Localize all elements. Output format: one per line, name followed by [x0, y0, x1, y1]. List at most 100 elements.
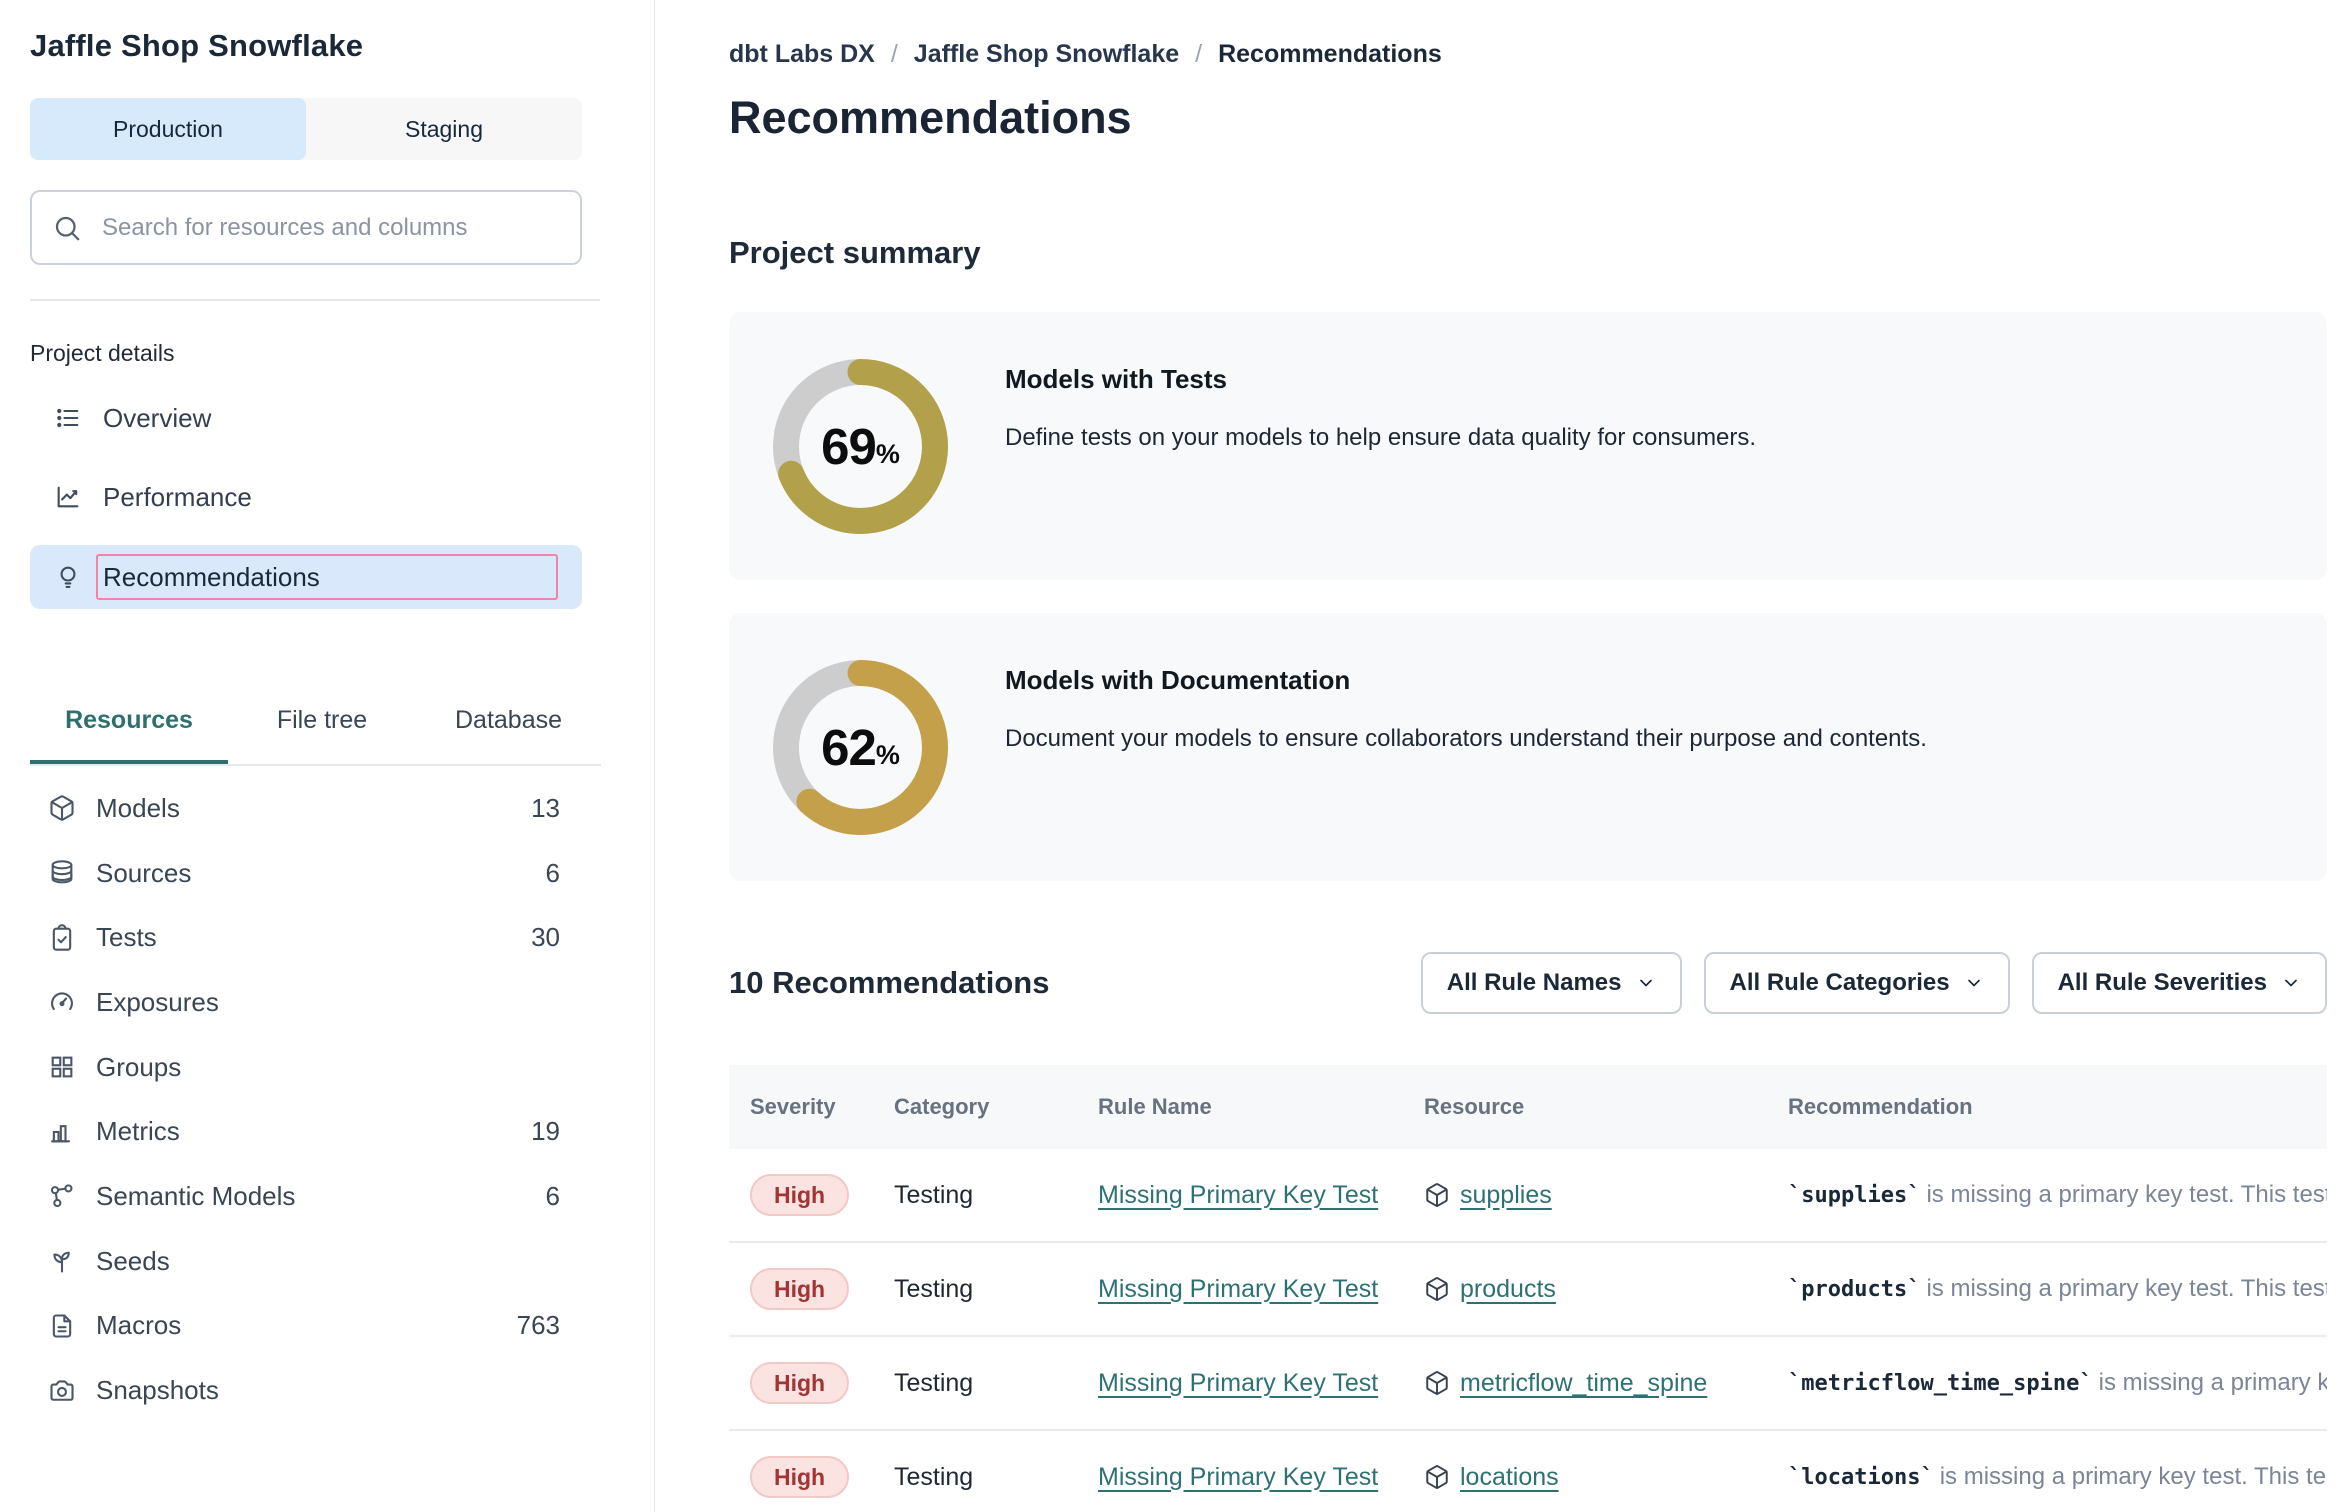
column-header-rule-name: Rule Name [1098, 1094, 1424, 1120]
recommendation-code: `products` [1788, 1277, 1920, 1302]
sidebar-item-metrics[interactable]: Metrics 19 [30, 1099, 570, 1164]
recommendations-header: 10 Recommendations All Rule Names All Ru… [729, 952, 2327, 1014]
resource-label: Exposures [96, 987, 219, 1018]
sidebar: Jaffle Shop Snowflake Production Staging… [0, 0, 655, 1512]
severity-badge: High [750, 1456, 849, 1498]
table-row: High Testing Missing Primary Key Test me… [729, 1337, 2327, 1431]
resource-label: Macros [96, 1310, 181, 1341]
sidebar-item-recommendations[interactable]: Recommendations [30, 545, 582, 609]
filter-label: All Rule Severities [2058, 969, 2267, 997]
performance-chart-icon [54, 483, 82, 511]
percent-value: 62 [821, 718, 876, 777]
recommendations-count-heading: 10 Recommendations [729, 965, 1049, 1001]
database-icon [48, 859, 76, 887]
filter-rule-categories-dropdown[interactable]: All Rule Categories [1704, 952, 2010, 1014]
breadcrumb-current-page: Recommendations [1218, 40, 1442, 69]
camera-icon [48, 1377, 76, 1405]
gauge-icon [48, 988, 76, 1016]
category-cell: Testing [894, 1369, 973, 1397]
grid-icon [48, 1053, 76, 1081]
resource-link[interactable]: supplies [1460, 1181, 1552, 1210]
summary-card-models-with-tests: 69% Models with Tests Define tests on yo… [729, 312, 2327, 580]
sidebar-divider [30, 299, 600, 301]
column-header-resource: Resource [1424, 1094, 1788, 1120]
resource-count: 6 [546, 858, 560, 889]
card-description: Define tests on your models to help ensu… [1005, 424, 1756, 452]
table-row: High Testing Missing Primary Key Test pr… [729, 1243, 2327, 1337]
resource-view-tabs: Resources File tree Database [30, 676, 601, 766]
sidebar-item-seeds[interactable]: Seeds [30, 1229, 570, 1294]
cube-icon [1424, 1276, 1450, 1302]
project-title: Jaffle Shop Snowflake [30, 28, 363, 64]
environment-tabs: Production Staging [30, 98, 582, 160]
card-description: Document your models to ensure collabora… [1005, 725, 1927, 753]
filters: All Rule Names All Rule Categories All R… [1421, 952, 2327, 1014]
sidebar-item-models[interactable]: Models 13 [30, 776, 570, 841]
cube-icon [1424, 1182, 1450, 1208]
percent-sign: % [876, 740, 900, 771]
chevron-down-icon [2281, 973, 2301, 993]
tab-resources[interactable]: Resources [30, 676, 228, 764]
rule-name-link[interactable]: Missing Primary Key Test [1098, 1275, 1378, 1303]
cube-icon [1424, 1370, 1450, 1396]
tab-file-tree[interactable]: File tree [228, 676, 416, 764]
filter-rule-names-dropdown[interactable]: All Rule Names [1421, 952, 1682, 1014]
column-header-category: Category [894, 1094, 1098, 1120]
rule-name-link[interactable]: Missing Primary Key Test [1098, 1369, 1378, 1397]
project-summary-heading: Project summary [729, 235, 981, 271]
clipboard-check-icon [48, 924, 76, 952]
search-icon [52, 213, 82, 243]
sidebar-item-exposures[interactable]: Exposures [30, 970, 570, 1035]
resource-count: 763 [517, 1310, 560, 1341]
column-header-severity: Severity [729, 1094, 894, 1120]
breadcrumb-separator: / [1195, 40, 1202, 69]
severity-badge: High [750, 1174, 849, 1216]
resource-count: 6 [546, 1181, 560, 1212]
sidebar-item-performance[interactable]: Performance [30, 465, 582, 529]
recommendation-text: is missing a primary key test. This test [1926, 1181, 2327, 1208]
sidebar-item-semantic-models[interactable]: Semantic Models 6 [30, 1164, 570, 1229]
search-input[interactable] [102, 214, 560, 242]
resource-link[interactable]: locations [1460, 1463, 1559, 1492]
donut-percent-label: 69% [773, 359, 948, 534]
recommendations-focus-ring: Recommendations [96, 554, 558, 600]
resource-label: Tests [96, 922, 157, 953]
recommendation-text: is missing a primary key test. This test [1926, 1275, 2327, 1302]
project-details-label: Project details [30, 340, 174, 367]
severity-badge: High [750, 1268, 849, 1310]
resource-link[interactable]: metricflow_time_spine [1460, 1369, 1707, 1398]
search-box[interactable] [30, 190, 582, 265]
document-icon [48, 1312, 76, 1340]
card-title: Models with Tests [1005, 364, 1227, 395]
percent-sign: % [876, 439, 900, 470]
filter-rule-severities-dropdown[interactable]: All Rule Severities [2032, 952, 2327, 1014]
rule-name-link[interactable]: Missing Primary Key Test [1098, 1463, 1378, 1491]
resource-link[interactable]: products [1460, 1275, 1556, 1304]
breadcrumb-project[interactable]: Jaffle Shop Snowflake [914, 40, 1179, 69]
category-cell: Testing [894, 1275, 973, 1303]
sidebar-item-snapshots[interactable]: Snapshots [30, 1358, 570, 1423]
sidebar-item-macros[interactable]: Macros 763 [30, 1294, 570, 1359]
recommendation-text: is missing a primary key test [2099, 1369, 2327, 1396]
table-row: High Testing Missing Primary Key Test su… [729, 1149, 2327, 1243]
sidebar-item-overview[interactable]: Overview [30, 386, 582, 450]
recommendation-code: `locations` [1788, 1465, 1934, 1490]
tab-production[interactable]: Production [30, 98, 306, 160]
recommendations-table: Severity Category Rule Name Resource Rec… [729, 1065, 2327, 1512]
sidebar-item-tests[interactable]: Tests 30 [30, 905, 570, 970]
resource-count: 19 [531, 1116, 560, 1147]
tab-database[interactable]: Database [416, 676, 601, 764]
sidebar-item-label: Overview [103, 403, 211, 434]
table-header-row: Severity Category Rule Name Resource Rec… [729, 1065, 2327, 1149]
sidebar-item-sources[interactable]: Sources 6 [30, 841, 570, 906]
sidebar-item-groups[interactable]: Groups [30, 1035, 570, 1100]
breadcrumb-account[interactable]: dbt Labs DX [729, 40, 875, 69]
table-row: High Testing Missing Primary Key Test lo… [729, 1431, 2327, 1512]
tab-staging[interactable]: Staging [306, 98, 582, 160]
breadcrumb: dbt Labs DX / Jaffle Shop Snowflake / Re… [729, 40, 1442, 69]
recommendation-code: `metricflow_time_spine` [1788, 1371, 2093, 1396]
rule-name-link[interactable]: Missing Primary Key Test [1098, 1181, 1378, 1209]
sidebar-item-label: Performance [103, 482, 252, 513]
resource-count: 30 [531, 922, 560, 953]
sprout-icon [48, 1247, 76, 1275]
